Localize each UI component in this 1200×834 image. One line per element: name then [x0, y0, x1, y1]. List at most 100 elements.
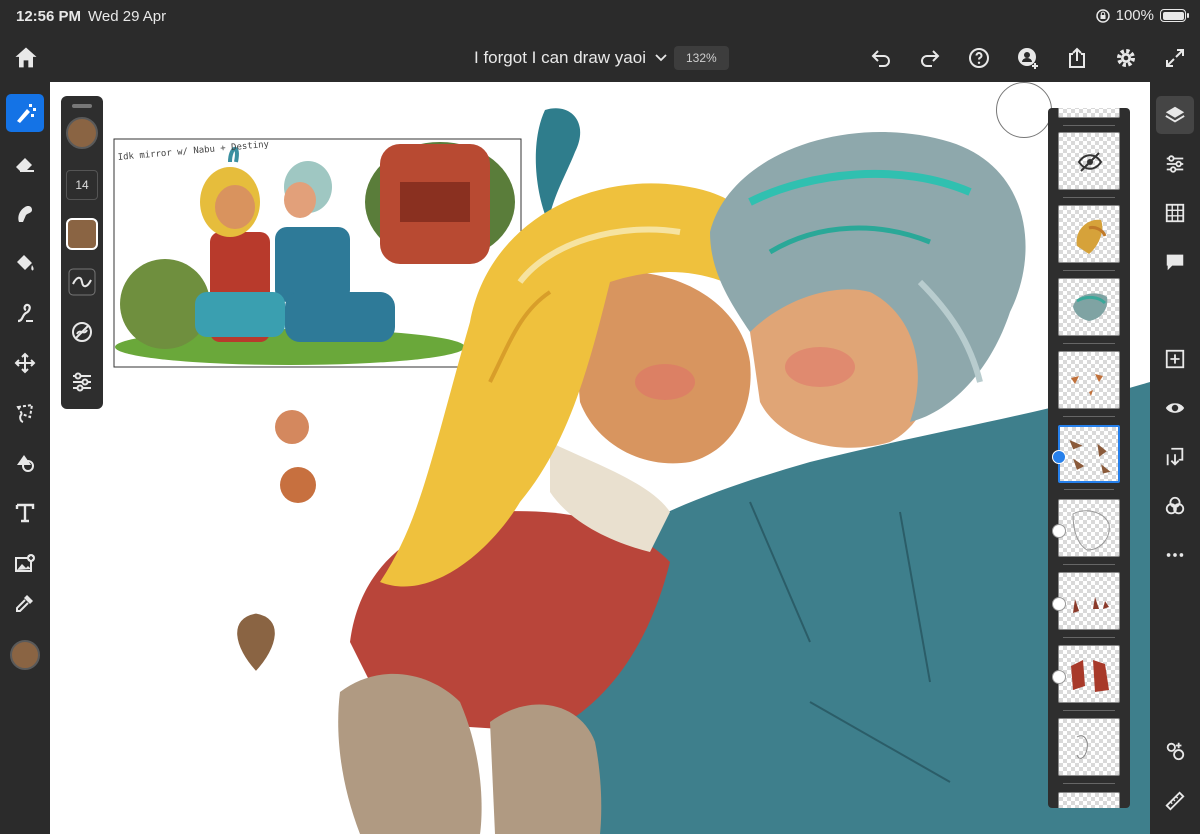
eye-icon	[1165, 403, 1185, 413]
layer-preview	[1072, 510, 1110, 551]
smudge-icon	[18, 206, 32, 222]
place-image-icon	[15, 554, 35, 572]
fill-icon	[17, 255, 34, 271]
brush-panel: 14	[61, 96, 103, 409]
battery-icon	[1160, 9, 1189, 22]
home-button[interactable]	[12, 44, 40, 72]
layer-mask-handle[interactable]	[1052, 524, 1066, 538]
layer-preview	[1076, 219, 1107, 254]
color-dab	[275, 410, 309, 444]
layer-mask-handle[interactable]	[1052, 597, 1066, 611]
undo-button[interactable]	[867, 44, 895, 72]
tool-liquify[interactable]	[6, 294, 44, 332]
top-toolbar: I forgot I can draw yaoi 132%	[0, 34, 1200, 82]
touch-shortcut-icon	[1166, 742, 1185, 761]
color-dab	[280, 467, 316, 503]
fullscreen-button[interactable]	[1161, 44, 1189, 72]
tool-text[interactable]	[6, 494, 44, 532]
invite-button[interactable]	[1014, 44, 1042, 72]
add-person-icon	[1018, 48, 1038, 69]
text-icon	[15, 503, 35, 523]
layer-properties-button[interactable]	[1156, 145, 1194, 183]
left-toolbar	[0, 82, 50, 834]
tool-transform[interactable]	[6, 444, 44, 482]
brush-opacity-swatch[interactable]	[66, 218, 98, 250]
grid-icon	[1165, 203, 1185, 223]
brush-color-swatch[interactable]	[66, 117, 98, 149]
layer-thumbnail-selected[interactable]	[1058, 425, 1120, 490]
tool-eyedropper[interactable]	[6, 584, 44, 622]
drawing-canvas[interactable]: Idk mirror w/ Nabu + Destiny	[50, 82, 1150, 834]
add-layer-button[interactable]	[1156, 340, 1194, 378]
help-button[interactable]	[965, 44, 993, 72]
current-color-button[interactable]	[6, 636, 44, 674]
more-icon	[1166, 553, 1184, 557]
layer-thumbnail[interactable]	[1058, 792, 1120, 808]
tool-place-image[interactable]	[6, 544, 44, 582]
share-button[interactable]	[1063, 44, 1091, 72]
hidden-eye-icon	[1077, 152, 1103, 172]
document-title: I forgot I can draw yaoi	[474, 48, 646, 67]
tool-fill[interactable]	[6, 244, 44, 282]
brush-stroke-icon[interactable]	[68, 268, 96, 296]
layer-mask-handle-selected[interactable]	[1052, 450, 1066, 464]
current-color-swatch	[10, 640, 40, 670]
expand-icon	[1166, 49, 1184, 67]
add-layer-icon	[1165, 349, 1185, 369]
merge-down-icon	[1166, 447, 1184, 466]
more-button[interactable]	[1156, 536, 1194, 574]
layer-thumbnail[interactable]	[1058, 278, 1120, 344]
sliders-icon	[1166, 155, 1184, 173]
layer-thumbnail[interactable]	[1058, 499, 1120, 565]
layer-thumbnail-hidden[interactable]	[1058, 132, 1120, 198]
layer-mask-handle[interactable]	[1052, 670, 1066, 684]
layer-thumbnail[interactable]	[1058, 108, 1120, 126]
brush-settings-icon[interactable]	[68, 318, 96, 346]
layer-thumbnail[interactable]	[1058, 718, 1120, 784]
blend-mode-button[interactable]	[1156, 487, 1194, 525]
share-icon	[1069, 47, 1085, 68]
zoom-level[interactable]: 132%	[674, 46, 729, 70]
layer-preview	[1076, 735, 1088, 759]
brush-options-icon[interactable]	[68, 368, 96, 396]
eraser-icon	[16, 158, 34, 172]
layers-button[interactable]	[1156, 96, 1194, 134]
touch-shortcut-button[interactable]	[1156, 732, 1194, 770]
status-right: 100%	[1095, 7, 1189, 24]
brush-size-input[interactable]: 14	[66, 170, 98, 200]
merge-down-button[interactable]	[1156, 438, 1194, 476]
layer-preview	[1071, 660, 1109, 692]
tool-eraser[interactable]	[6, 144, 44, 182]
brush-cursor	[996, 82, 1052, 138]
move-icon	[14, 352, 36, 374]
tool-move[interactable]	[6, 344, 44, 382]
gear-icon	[1117, 49, 1135, 67]
tool-lasso[interactable]	[6, 394, 44, 432]
undo-icon	[871, 50, 890, 67]
eyedropper-icon	[16, 595, 33, 612]
layer-thumbnail[interactable]	[1058, 645, 1120, 711]
grid-button[interactable]	[1156, 194, 1194, 232]
tool-smudge[interactable]	[6, 194, 44, 232]
layer-thumbnail[interactable]	[1058, 572, 1120, 638]
pixel-brush-icon	[17, 104, 36, 123]
visibility-button[interactable]	[1156, 389, 1194, 427]
redo-button[interactable]	[916, 44, 944, 72]
layer-preview	[1071, 374, 1103, 396]
right-toolbar	[1150, 82, 1200, 834]
help-icon	[969, 48, 989, 68]
redo-icon	[921, 50, 940, 67]
layer-thumbnail[interactable]	[1058, 205, 1120, 271]
status-bar: 12:56 PM Wed 29 Apr 100%	[0, 0, 1200, 34]
lasso-icon	[16, 403, 34, 423]
panel-grab-handle[interactable]	[72, 104, 92, 108]
settings-button[interactable]	[1112, 44, 1140, 72]
document-title-button[interactable]: I forgot I can draw yaoi	[474, 48, 668, 68]
layer-preview	[1073, 293, 1108, 321]
layers-icon	[1165, 106, 1185, 123]
tool-pixel-brush[interactable]	[6, 94, 44, 132]
ruler-button[interactable]	[1156, 782, 1194, 820]
comment-icon	[1166, 254, 1184, 271]
layer-thumbnail[interactable]	[1058, 351, 1120, 417]
comments-button[interactable]	[1156, 243, 1194, 281]
